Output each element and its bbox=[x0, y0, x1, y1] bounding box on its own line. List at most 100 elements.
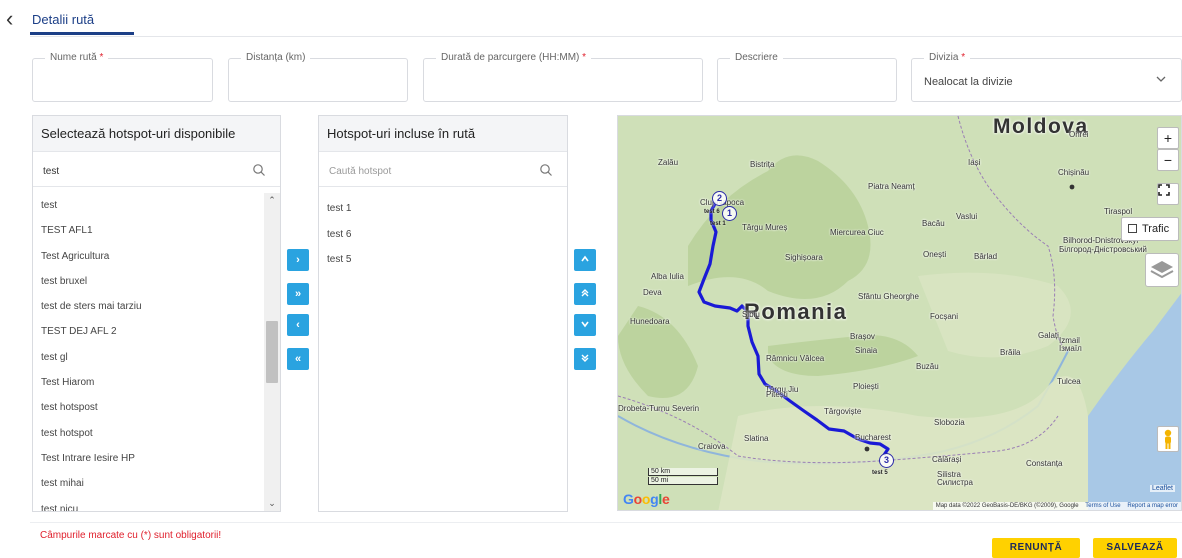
move-top-button[interactable] bbox=[574, 283, 596, 305]
zoom-out-button[interactable]: − bbox=[1157, 149, 1179, 171]
save-button[interactable]: SALVEAZĂ bbox=[1093, 538, 1177, 558]
available-list-scrollbar[interactable]: ⌃ ⌄ bbox=[264, 193, 280, 511]
list-item[interactable]: test hotspot bbox=[33, 421, 264, 446]
list-item[interactable]: test bbox=[33, 193, 264, 218]
marker-label: test 6 bbox=[704, 209, 720, 215]
duration-label: Durată de parcurgere (HH:MM) * bbox=[436, 52, 592, 63]
map-city-label: Chișinău bbox=[1058, 168, 1090, 177]
move-all-right-button[interactable]: » bbox=[287, 283, 309, 305]
map-city-label: Călărași bbox=[932, 455, 962, 464]
map-city-label: Sinaia bbox=[855, 346, 878, 355]
included-hotspots-list: test 1 test 6 test 5 bbox=[319, 196, 567, 273]
map-data-text: Map data ©2022 GeoBasis-DE/BKG (©2009), … bbox=[935, 503, 1079, 509]
map-city-label: Piatra Neamț bbox=[868, 182, 915, 191]
back-icon[interactable]: ‹ bbox=[6, 8, 24, 31]
map-city-label: Білгород-Дністровський bbox=[1059, 245, 1147, 254]
map-scale: 50 km 50 mi bbox=[648, 468, 718, 486]
list-item[interactable]: test 1 bbox=[319, 196, 567, 222]
map-city-label: Bacău bbox=[922, 219, 945, 228]
map-city-label: Onești bbox=[923, 250, 947, 259]
division-value: Nealocat la divizie bbox=[924, 76, 1013, 88]
map-city-label: Ploiești bbox=[853, 382, 879, 391]
list-item[interactable]: Test Agricultura bbox=[33, 244, 264, 269]
double-chevron-up-icon bbox=[581, 289, 589, 297]
distance-label: Distanța (km) bbox=[241, 52, 311, 63]
zoom-in-button[interactable]: + bbox=[1157, 127, 1179, 149]
map-city-label: Zalău bbox=[658, 158, 679, 167]
move-all-left-button[interactable]: « bbox=[287, 348, 309, 370]
move-left-button[interactable]: ‹ bbox=[287, 314, 309, 336]
route-marker[interactable]: 3 bbox=[879, 453, 894, 468]
route-marker[interactable]: 2 bbox=[712, 191, 727, 206]
google-logo: Google bbox=[623, 491, 670, 507]
list-item[interactable]: TEST DEJ AFL 2 bbox=[33, 319, 264, 344]
list-item[interactable]: test 6 bbox=[319, 222, 567, 248]
leaflet-attribution-link[interactable]: Leaflet bbox=[1149, 485, 1175, 492]
included-search-placeholder: Caută hotspot bbox=[329, 166, 392, 177]
map-city-label: Ізмаїл bbox=[1059, 344, 1082, 353]
marker-label: test 5 bbox=[872, 470, 888, 476]
map-city-label: Craiova bbox=[698, 442, 726, 451]
included-search-input[interactable]: Caută hotspot bbox=[319, 157, 567, 187]
available-hotspots-panel: Selectează hotspot-uri disponibile test … bbox=[32, 115, 281, 512]
street-view-pegman-icon[interactable] bbox=[1157, 426, 1179, 452]
division-select[interactable]: Divizia * Nealocat la divizie bbox=[911, 52, 1182, 102]
report-error-link[interactable]: Report a map error bbox=[1127, 503, 1178, 509]
list-item[interactable]: test gl bbox=[33, 345, 264, 370]
map-attribution: Map data ©2022 GeoBasis-DE/BKG (©2009), … bbox=[932, 502, 1181, 510]
layers-button[interactable] bbox=[1145, 253, 1179, 287]
google-logo-letter: o bbox=[641, 491, 651, 507]
duration-field[interactable]: Durată de parcurgere (HH:MM) * bbox=[423, 52, 703, 102]
list-item[interactable]: Test Hiarom bbox=[33, 370, 264, 395]
list-item[interactable]: test bruxel bbox=[33, 269, 264, 294]
map-city-label: Bârlad bbox=[974, 252, 998, 261]
move-bottom-button[interactable] bbox=[574, 348, 596, 370]
map-city-label: Bistrița bbox=[750, 160, 775, 169]
list-item[interactable]: test 5 bbox=[319, 247, 567, 273]
move-right-button[interactable]: › bbox=[287, 249, 309, 271]
search-icon[interactable] bbox=[252, 163, 266, 177]
map-city-label: Slatina bbox=[744, 434, 769, 443]
list-item[interactable]: test nicu bbox=[33, 497, 264, 511]
map-city-label: Râmnicu Vâlcea bbox=[766, 354, 825, 363]
move-up-button[interactable] bbox=[574, 249, 596, 271]
scale-km: 50 km bbox=[648, 468, 718, 476]
available-search-input[interactable]: test bbox=[33, 157, 280, 187]
list-item[interactable]: Test Intrare Iesire HP bbox=[33, 446, 264, 471]
scroll-down-arrow-icon[interactable]: ⌄ bbox=[264, 498, 280, 509]
route-name-field[interactable]: Nume rută * bbox=[32, 52, 213, 102]
scroll-up-arrow-icon[interactable]: ⌃ bbox=[264, 195, 280, 206]
search-icon[interactable] bbox=[539, 163, 553, 177]
google-logo-letter: G bbox=[623, 491, 634, 507]
map-city-label: Силистра bbox=[937, 478, 973, 487]
list-item[interactable]: test mihai bbox=[33, 471, 264, 496]
map-city-label: Buzău bbox=[916, 362, 939, 371]
double-chevron-down-icon bbox=[581, 354, 589, 362]
list-item[interactable]: TEST AFL1 bbox=[33, 218, 264, 243]
map-city-label: Târgu Mureș bbox=[742, 223, 788, 232]
map-city-label: Hunedoara bbox=[630, 317, 670, 326]
route-map[interactable]: Moldova Romania Zalău Bistrița Piatra Neam… bbox=[617, 115, 1182, 511]
description-field[interactable]: Descriere bbox=[717, 52, 897, 102]
scroll-thumb[interactable] bbox=[266, 321, 278, 383]
map-city-label: Constanța bbox=[1026, 459, 1063, 468]
map-city-label: Galați bbox=[1038, 331, 1059, 340]
map-city-label: Alba Iulia bbox=[651, 272, 684, 281]
traffic-toggle[interactable]: Trafic bbox=[1121, 217, 1179, 241]
terms-of-use-link[interactable]: Terms of Use bbox=[1085, 503, 1120, 509]
list-item[interactable]: test hotspost bbox=[33, 395, 264, 420]
cancel-button[interactable]: RENUNȚĂ bbox=[992, 538, 1080, 558]
map-city-label: Tulcea bbox=[1057, 377, 1081, 386]
distance-field[interactable]: Distanța (km) bbox=[228, 52, 408, 102]
route-marker[interactable]: 1 bbox=[722, 206, 737, 221]
list-item[interactable]: test de sters mai tarziu bbox=[33, 294, 264, 319]
chevron-down-icon bbox=[581, 321, 589, 328]
move-down-button[interactable] bbox=[574, 314, 596, 336]
map-city-label: Brașov bbox=[850, 332, 875, 341]
fullscreen-button[interactable] bbox=[1157, 183, 1179, 205]
layers-icon bbox=[1150, 261, 1174, 279]
map-city-label: Tiraspol bbox=[1104, 207, 1133, 216]
tab-route-details[interactable]: Detalii rută bbox=[32, 12, 94, 27]
map-city-label: Ohrei bbox=[1069, 130, 1089, 139]
google-logo-letter: e bbox=[661, 491, 670, 507]
